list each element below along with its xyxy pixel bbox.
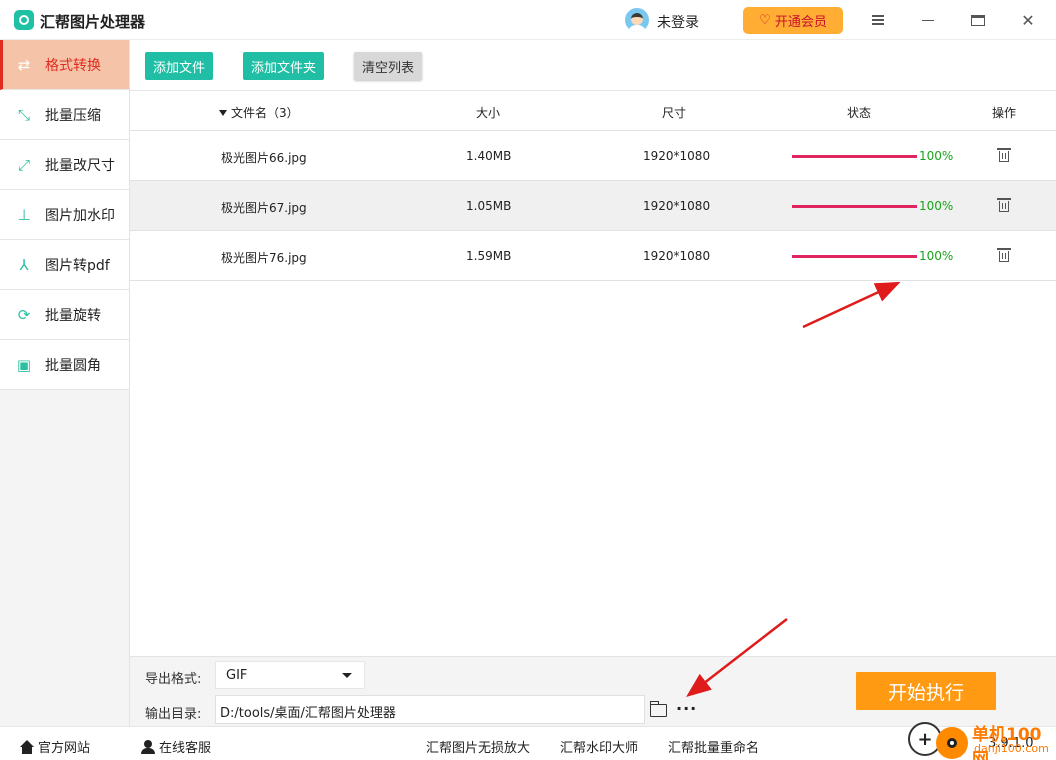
- folder-open-icon[interactable]: [650, 701, 667, 717]
- footer-link-watermark-master[interactable]: 汇帮水印大师: [560, 737, 638, 756]
- user-avatar[interactable]: [625, 8, 649, 32]
- watermark-logo-dot-icon: [936, 727, 968, 759]
- export-format-select[interactable]: GIF: [215, 661, 365, 689]
- progress-bar: [792, 155, 917, 158]
- customer-service-icon: [141, 739, 155, 754]
- start-button[interactable]: 开始执行: [856, 672, 996, 710]
- sidebar-item-batch-compress[interactable]: ⤡ 批量压缩: [0, 90, 129, 140]
- progress-bar: [792, 205, 917, 208]
- pdf-icon: ⅄: [19, 255, 29, 274]
- sidebar: ⇄ 格式转换 ⤡ 批量压缩 ⤢ 批量改尺寸 ⊥ 图片加水印 ⅄ 图片转pdf ⟳…: [0, 40, 130, 726]
- online-service-label: 在线客服: [159, 741, 212, 756]
- minimize-icon[interactable]: [916, 8, 940, 32]
- file-size: 1.40MB: [466, 149, 512, 163]
- export-format-label: 导出格式:: [145, 672, 202, 687]
- sort-down-icon: [219, 110, 227, 116]
- close-icon[interactable]: ✕: [1016, 8, 1040, 32]
- sidebar-item-format-convert[interactable]: ⇄ 格式转换: [0, 40, 129, 90]
- column-header-name[interactable]: 文件名（3）: [219, 104, 299, 121]
- more-options-button[interactable]: ···: [676, 699, 697, 718]
- progress-label: 100%: [919, 199, 954, 213]
- column-header-action: 操作: [992, 106, 1017, 120]
- vip-label: 开通会员: [774, 15, 827, 30]
- footer-link-batch-rename[interactable]: 汇帮批量重命名: [668, 737, 759, 756]
- add-file-button[interactable]: 添加文件: [145, 52, 214, 80]
- sidebar-item-label: 图片加水印: [45, 207, 115, 224]
- output-dir-input[interactable]: D:/tools/桌面/汇帮图片处理器: [215, 695, 645, 724]
- progress-fill: [792, 155, 917, 158]
- compress-icon: ⤡: [17, 105, 30, 124]
- column-header-dimension: 尺寸: [662, 106, 687, 120]
- online-service-link[interactable]: 在线客服: [141, 737, 211, 756]
- column-header-status: 状态: [847, 106, 872, 120]
- file-name: 极光图片66.jpg: [221, 151, 307, 165]
- sidebar-item-watermark[interactable]: ⊥ 图片加水印: [0, 190, 129, 240]
- official-website-link[interactable]: 官方网站: [20, 737, 90, 756]
- toolbar: 添加文件 添加文件夹 清空列表: [130, 40, 1056, 91]
- add-folder-button[interactable]: 添加文件夹: [243, 52, 325, 80]
- column-header-name-label: 文件名（3）: [231, 106, 299, 120]
- delete-icon[interactable]: [997, 198, 1011, 212]
- progress-fill: [792, 205, 917, 208]
- sidebar-item-label: 批量压缩: [45, 107, 101, 124]
- file-size: 1.05MB: [466, 199, 512, 213]
- footer-link-upscale[interactable]: 汇帮图片无损放大: [426, 737, 530, 756]
- round-corner-icon: ▣: [16, 355, 32, 374]
- chevron-down-icon: [342, 673, 352, 678]
- sidebar-item-label: 批量旋转: [45, 307, 101, 324]
- sidebar-item-image-to-pdf[interactable]: ⅄ 图片转pdf: [0, 240, 129, 290]
- sidebar-item-label: 格式转换: [45, 57, 101, 74]
- file-size: 1.59MB: [466, 249, 512, 263]
- home-icon: [20, 739, 34, 754]
- progress-bar: [792, 255, 917, 258]
- footer: 官方网站 在线客服 汇帮图片无损放大 汇帮水印大师 汇帮批量重命名 3.9.1.…: [0, 726, 1056, 760]
- progress-fill: [792, 255, 917, 258]
- column-header-size: 大小: [476, 106, 501, 120]
- watermark-icon: ⊥: [17, 205, 31, 224]
- menu-icon[interactable]: [866, 8, 890, 32]
- sidebar-item-batch-resize[interactable]: ⤢ 批量改尺寸: [0, 140, 129, 190]
- table-row[interactable]: 极光图片76.jpg 1.59MB 1920*1080 100%: [130, 231, 1056, 281]
- login-link[interactable]: 未登录: [657, 12, 699, 32]
- file-name: 极光图片67.jpg: [221, 201, 307, 215]
- clear-list-button[interactable]: 清空列表: [354, 52, 423, 80]
- official-website-label: 官方网站: [38, 741, 91, 756]
- file-name: 极光图片76.jpg: [221, 251, 307, 265]
- table-row[interactable]: 极光图片67.jpg 1.05MB 1920*1080 100%: [130, 181, 1056, 231]
- app-title: 汇帮图片处理器: [40, 13, 146, 31]
- progress-label: 100%: [919, 149, 954, 163]
- file-dimension: 1920*1080: [643, 149, 711, 163]
- delete-icon[interactable]: [997, 148, 1011, 162]
- file-dimension: 1920*1080: [643, 199, 711, 213]
- file-dimension: 1920*1080: [643, 249, 711, 263]
- convert-icon: ⇄: [17, 55, 31, 74]
- sidebar-item-label: 批量改尺寸: [45, 157, 115, 174]
- rotate-icon: ⟳: [17, 305, 31, 324]
- watermark-subtext: danji100.com: [974, 742, 1049, 755]
- file-table-header: 文件名（3） 大小 尺寸 状态 操作: [130, 91, 1056, 131]
- arrow-to-progress: [802, 281, 901, 329]
- progress-label: 100%: [919, 249, 954, 263]
- export-format-value: GIF: [226, 668, 248, 683]
- sidebar-item-batch-rotate[interactable]: ⟳ 批量旋转: [0, 290, 129, 340]
- resize-icon: ⤢: [17, 155, 30, 174]
- vip-button[interactable]: ♡ 开通会员: [743, 7, 843, 34]
- app-logo-icon: [14, 10, 34, 30]
- table-row[interactable]: 极光图片66.jpg 1.40MB 1920*1080 100%: [130, 131, 1056, 181]
- sidebar-item-round-corner[interactable]: ▣ 批量圆角: [0, 340, 129, 390]
- title-bar: 汇帮图片处理器 未登录 ♡ 开通会员 ✕: [0, 0, 1056, 40]
- sidebar-item-label: 图片转pdf: [45, 257, 110, 274]
- output-dir-label: 输出目录:: [145, 707, 202, 722]
- delete-icon[interactable]: [997, 248, 1011, 262]
- vip-heart-icon: ♡: [759, 13, 771, 28]
- sidebar-item-label: 批量圆角: [45, 357, 101, 374]
- export-panel: 导出格式: GIF 输出目录: D:/tools/桌面/汇帮图片处理器 ··· …: [130, 656, 1056, 726]
- maximize-icon[interactable]: [966, 8, 990, 32]
